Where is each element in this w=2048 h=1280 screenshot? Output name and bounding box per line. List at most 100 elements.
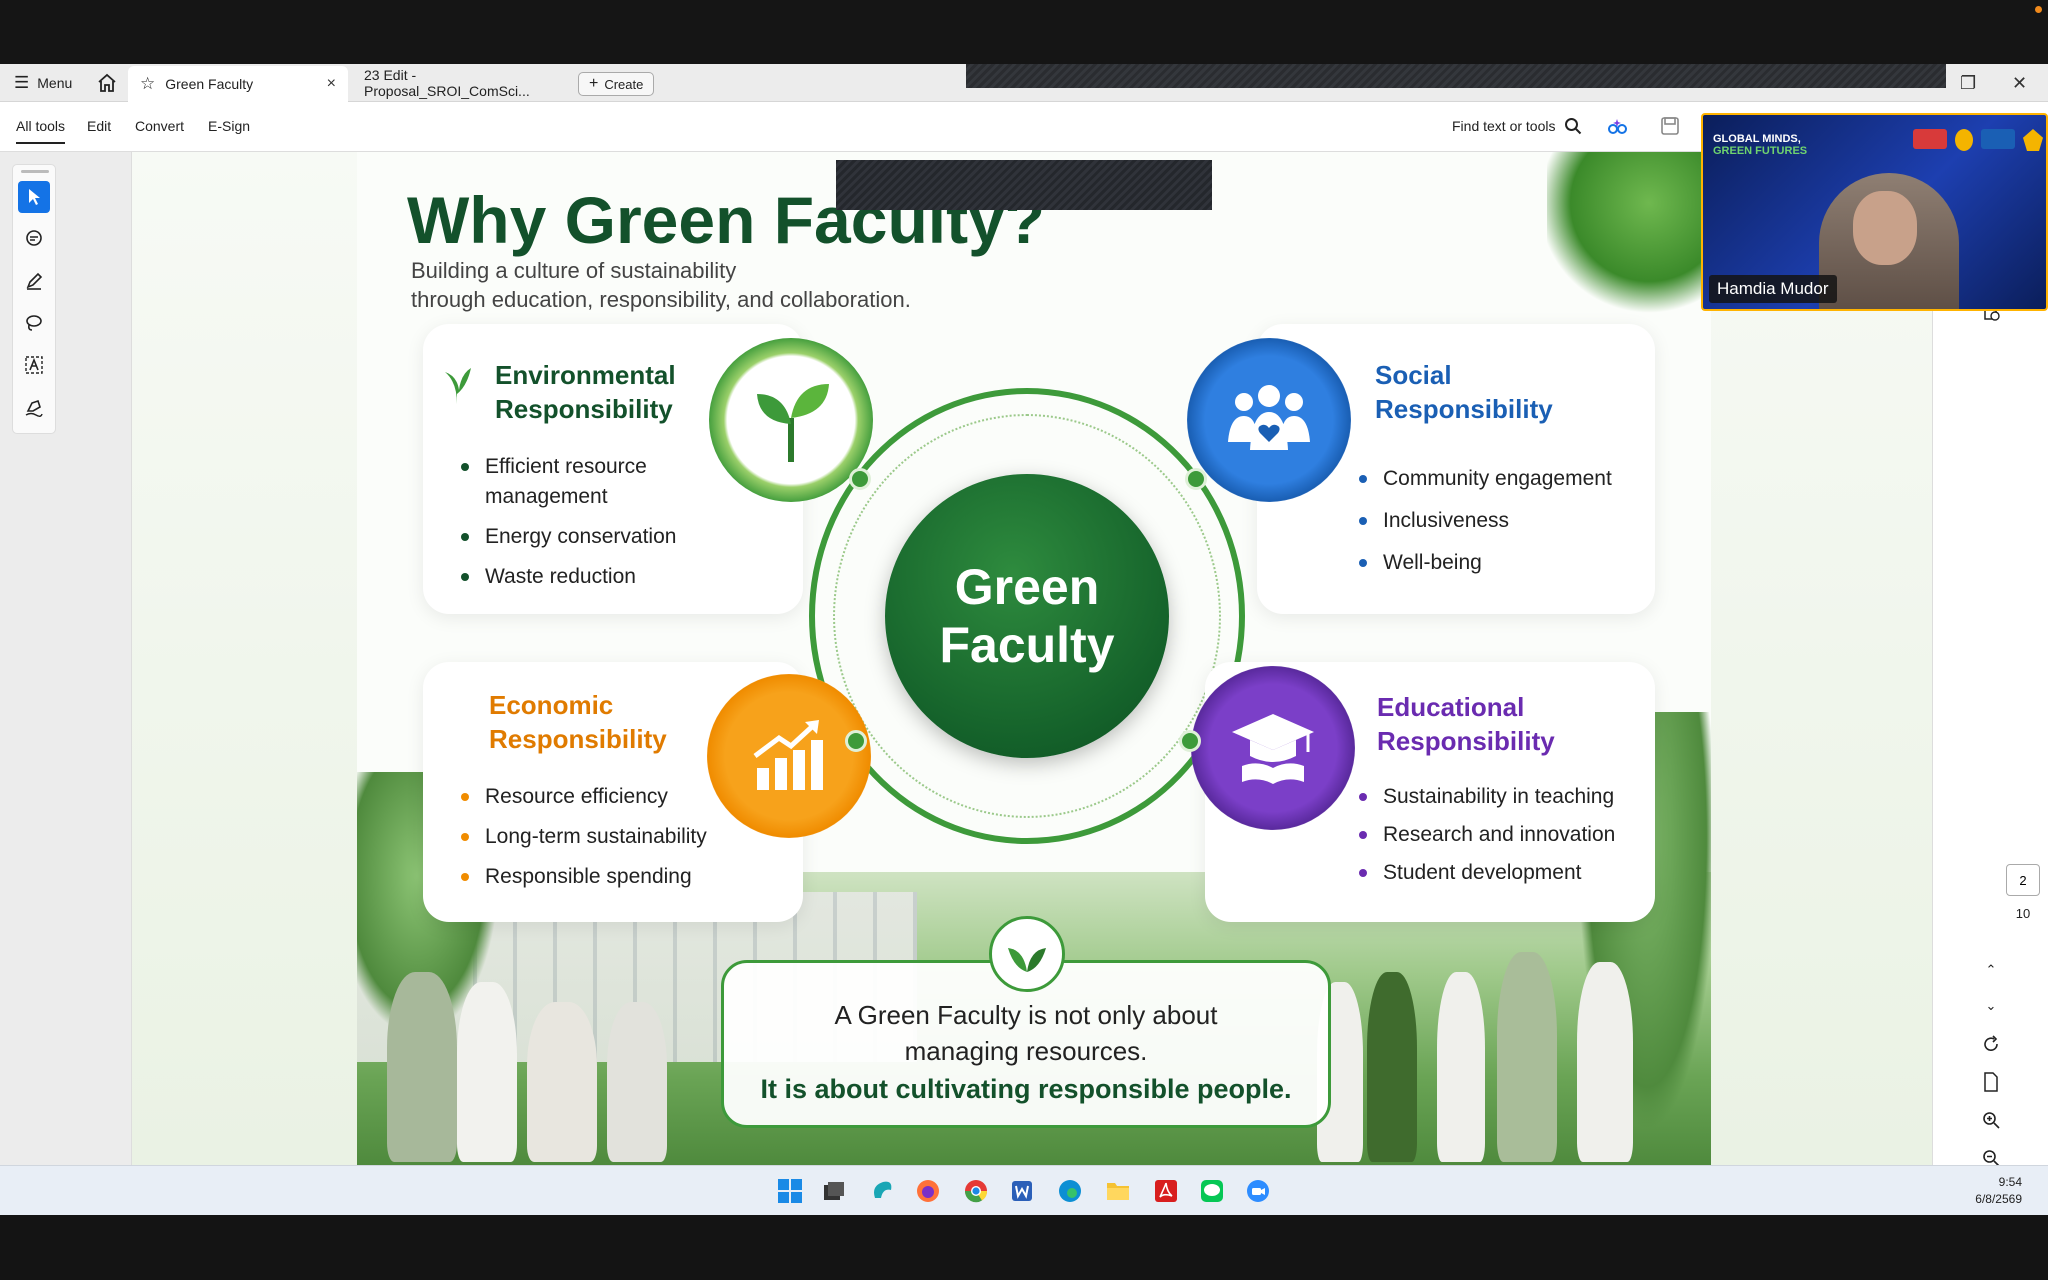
close-icon: ✕ [2012, 72, 2028, 93]
edu-title: Educational Responsibility [1377, 690, 1555, 758]
speaker-face [1853, 191, 1917, 265]
search-icon [1564, 118, 1581, 135]
social-title: Social Responsibility [1375, 358, 1553, 426]
slide-subtitle: Building a culture of sustainability thr… [411, 256, 911, 314]
highlight-tool[interactable] [18, 265, 50, 297]
restore-icon: ❐ [1960, 72, 1977, 93]
app-line[interactable] [1196, 1175, 1228, 1207]
ai-assistant-icon [1608, 119, 1627, 134]
student-figure [1577, 962, 1633, 1162]
quote-line: A Green Faculty is not only about [834, 1000, 1218, 1030]
edu-circle [1191, 666, 1355, 830]
recording-indicator [2035, 6, 2042, 13]
redacted-region [836, 160, 1212, 210]
banner-line: GREEN FUTURES [1713, 145, 1808, 157]
edu-title-line: Responsibility [1377, 726, 1555, 756]
leaf-icon [445, 368, 471, 404]
edit-tab[interactable]: Edit [87, 118, 111, 134]
connector-node [849, 468, 871, 490]
env-item: Energy conservation [460, 522, 676, 552]
video-logos [1853, 129, 2043, 153]
econ-item: Responsible spending [461, 862, 692, 892]
convert-tab[interactable]: Convert [135, 118, 184, 134]
draw-tool[interactable] [18, 307, 50, 339]
save-icon [1661, 117, 1679, 135]
chevron-down-icon: ⌄ [1985, 998, 1997, 1013]
plus-icon: + [589, 75, 599, 92]
app-firefox[interactable] [912, 1175, 944, 1207]
esign-tab[interactable]: E-Sign [208, 118, 250, 134]
econ-title: Economic Responsibility [489, 688, 667, 756]
restore-window-button[interactable]: ❐ [1960, 64, 1976, 102]
app-file-explorer[interactable] [1102, 1175, 1134, 1207]
sign-tool[interactable] [18, 391, 50, 423]
banner-line: GLOBAL MINDS, [1713, 133, 1801, 145]
center-text-line: Faculty [939, 617, 1115, 673]
rotate-button[interactable] [1975, 1028, 2007, 1060]
logo-mark [1981, 129, 2015, 149]
save-button[interactable] [1660, 116, 1680, 141]
video-call-overlay[interactable]: GLOBAL MINDS, GREEN FUTURES Hamdia Mudor [1701, 113, 2048, 311]
clock-date: 6/8/2569 [1975, 1192, 2022, 1206]
start-button[interactable] [774, 1175, 806, 1207]
pen-icon [26, 272, 43, 290]
logo-mark [1913, 129, 1947, 149]
video-banner: GLOBAL MINDS, GREEN FUTURES [1713, 133, 1807, 157]
drag-handle[interactable] [21, 170, 49, 173]
close-window-button[interactable]: ✕ [2012, 64, 2027, 102]
app-zoom[interactable] [1242, 1175, 1274, 1207]
social-item: Community engagement [1359, 464, 1612, 494]
student-figure [527, 1002, 597, 1162]
close-tab-icon[interactable]: × [327, 75, 336, 93]
social-circle [1187, 338, 1351, 502]
student-figure [387, 972, 457, 1162]
env-item: Efficient resource [461, 452, 647, 482]
app-chrome[interactable] [960, 1175, 992, 1207]
zoom-in-button[interactable] [1975, 1104, 2007, 1136]
page-total: 10 [2015, 906, 2031, 921]
find-label: Find text or tools [1452, 118, 1556, 134]
text-box-icon [25, 356, 43, 374]
app-acrobat[interactable] [1150, 1175, 1182, 1207]
scroll-down-button[interactable]: ⌄ [1975, 990, 2007, 1022]
all-tools-tab[interactable]: All tools [16, 118, 66, 144]
system-clock[interactable]: 9:54 6/8/2569 [1975, 1174, 2022, 1208]
find-tools-search[interactable]: Find text or tools [1452, 117, 1582, 135]
task-view-icon [824, 1182, 844, 1200]
ai-assistant-button[interactable] [1606, 116, 1628, 143]
app-copilot[interactable] [866, 1175, 898, 1207]
center-text-line: Green [954, 559, 1100, 615]
connector-node [1185, 468, 1207, 490]
edu-item: Sustainability in teaching [1358, 782, 1614, 812]
student-figure [1437, 972, 1485, 1162]
app-word[interactable] [1006, 1175, 1038, 1207]
create-label: Create [604, 76, 644, 92]
lasso-icon [26, 315, 42, 331]
social-item: Well-being [1359, 548, 1482, 578]
env-item: Waste reduction [461, 562, 636, 592]
text-tool[interactable] [18, 349, 50, 381]
windows-taskbar: 9:54 6/8/2569 [0, 1165, 2048, 1215]
word-icon [1012, 1181, 1032, 1201]
env-title: Environmental Responsibility [495, 358, 676, 426]
tab-green-faculty[interactable]: ☆ Green Faculty × [128, 66, 348, 102]
select-tool[interactable] [18, 181, 50, 213]
task-view-button[interactable] [818, 1175, 850, 1207]
home-button[interactable] [96, 64, 118, 102]
app-edge[interactable] [1054, 1175, 1086, 1207]
line-chat-icon [1201, 1180, 1223, 1202]
comment-icon [26, 230, 42, 246]
page-number-input[interactable]: 2 [2006, 864, 2040, 896]
page-thumbnail-button[interactable] [1975, 1066, 2007, 1098]
social-title-line: Social [1375, 360, 1452, 390]
menu-button[interactable]: ☰ Menu [14, 64, 72, 102]
tab-proposal[interactable]: 23 Edit -Proposal_SROI_ComSci... [356, 64, 568, 102]
quote-emphasis: It is about cultivating responsible peop… [760, 1074, 1292, 1104]
student-figure [1497, 952, 1557, 1162]
scroll-up-button[interactable]: ⌃ [1975, 954, 2007, 986]
create-button[interactable]: + Create [578, 72, 655, 96]
comment-tool[interactable] [18, 223, 50, 255]
leaves-corner [1547, 152, 1711, 322]
star-icon[interactable]: ☆ [140, 74, 155, 94]
chevron-up-icon: ⌃ [1985, 962, 1997, 977]
